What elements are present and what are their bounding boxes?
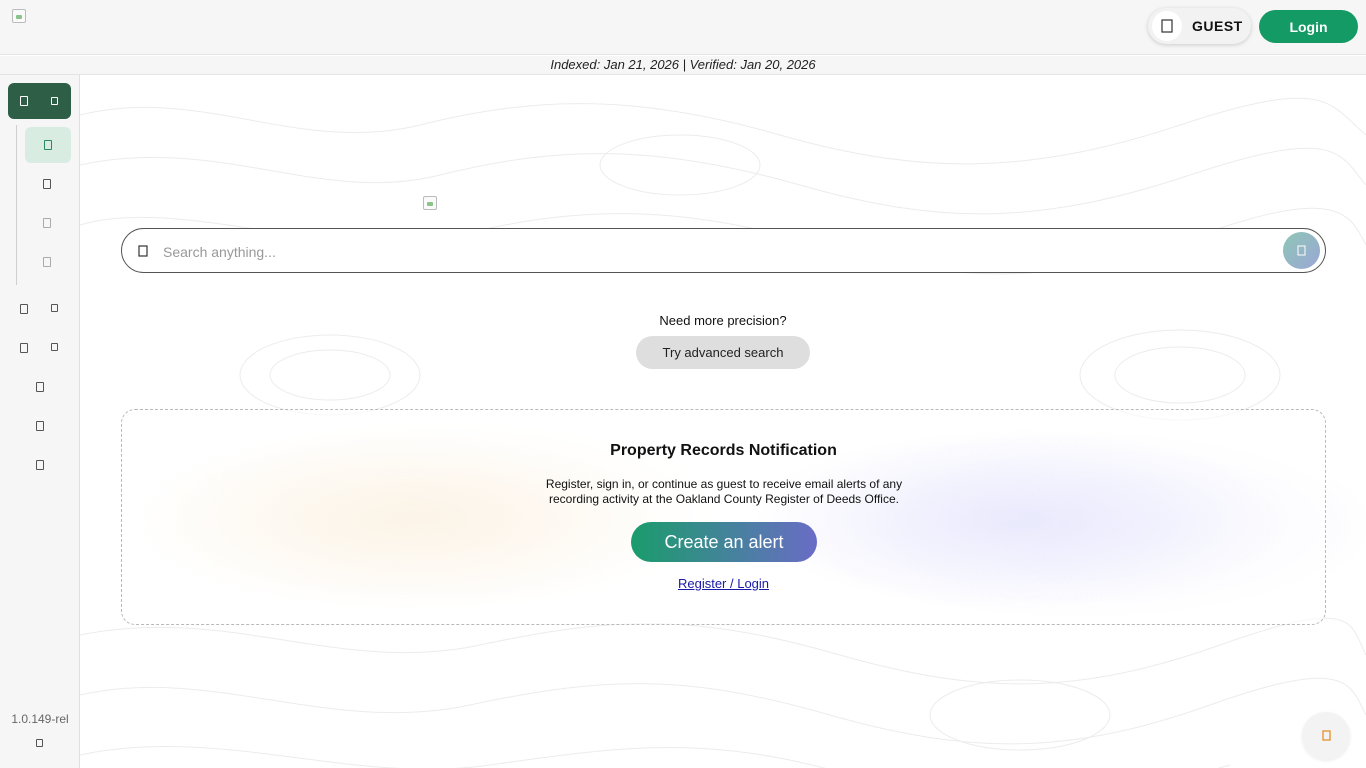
guest-label: GUEST [1192,18,1243,34]
sidebar-subitem-4-icon[interactable] [43,257,51,267]
help-chat-icon [1322,730,1331,741]
sidebar-item-2-chevron-icon[interactable] [51,304,58,312]
index-status-bar: Indexed: Jan 21, 2026 | Verified: Jan 20… [0,56,1366,75]
logo-icon[interactable] [12,9,28,25]
search-input[interactable] [161,239,1265,264]
document-icon [44,140,52,150]
notification-body: Register, sign in, or continue as guest … [545,477,903,506]
sidebar-subitem-1[interactable] [25,127,71,163]
search-submit-button[interactable] [1283,232,1320,269]
guest-profile-button[interactable]: GUEST [1148,8,1251,44]
chevron-toggle-icon [51,97,58,105]
search-bar[interactable] [121,228,1326,273]
top-bar: GUEST Login [0,0,1366,55]
search-icon [138,244,148,262]
notification-title: Property Records Notification [610,442,837,459]
search-nav-icon [20,96,28,106]
sidebar-item-3-chevron-icon[interactable] [51,343,58,351]
sidebar: 1.0.149-rel [0,75,80,768]
advanced-search-button[interactable]: Try advanced search [636,336,810,369]
sidebar-subitem-2-icon[interactable] [43,179,51,189]
sidebar-item-3-icon[interactable] [20,343,28,353]
sidebar-item-6-icon[interactable] [36,460,44,470]
site-logo-image [423,196,439,212]
user-icon [1152,11,1182,41]
create-alert-button[interactable]: Create an alert [631,522,817,562]
sidebar-subitem-3-icon[interactable] [43,218,51,228]
sidebar-item-5-icon[interactable] [36,421,44,431]
sidebar-collapse-icon[interactable] [36,739,43,747]
login-button[interactable]: Login [1259,10,1358,43]
sidebar-item-search-active[interactable] [8,83,71,119]
register-login-link-row: Register / Login [122,576,1325,591]
property-records-notification-card: Property Records Notification Register, … [121,409,1326,625]
help-chat-button[interactable] [1302,712,1350,760]
sidebar-item-4-icon[interactable] [36,382,44,392]
sidebar-tree-line [16,125,17,285]
register-login-link[interactable]: Register / Login [678,576,769,591]
precision-prompt: Need more precision? [659,313,787,328]
search-submit-icon [1297,245,1306,256]
version-label: 1.0.149-rel [11,712,69,726]
